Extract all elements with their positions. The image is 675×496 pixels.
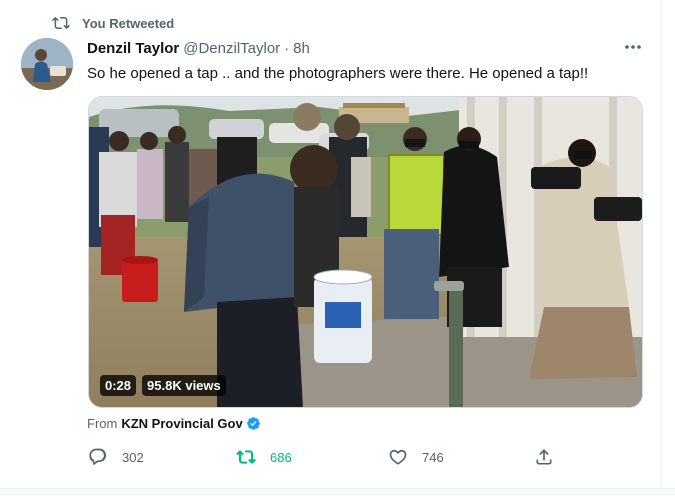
video-thumbnail xyxy=(89,97,642,407)
source-account-link[interactable]: KZN Provincial Gov xyxy=(121,416,242,431)
heart-icon xyxy=(389,449,407,465)
avatar[interactable] xyxy=(21,38,73,90)
reply-icon xyxy=(89,448,107,465)
reply-count: 302 xyxy=(122,449,144,465)
tweet-text: So he opened a tap .. and the photograph… xyxy=(87,65,589,82)
share-button[interactable] xyxy=(534,444,554,470)
author-handle[interactable]: @DenzilTaylor xyxy=(183,40,280,57)
video-duration: 0:28 xyxy=(100,375,137,396)
tweet-header: Denzil Taylor @DenzilTaylor · 8h xyxy=(87,38,310,58)
reply-button[interactable]: 302 xyxy=(88,444,144,470)
more-dots-icon xyxy=(625,45,641,49)
tweet-timestamp[interactable]: 8h xyxy=(293,40,310,57)
retweet-icon xyxy=(52,16,70,30)
from-label: From xyxy=(87,415,118,431)
retweet-count: 686 xyxy=(270,449,292,465)
feed-divider xyxy=(0,488,675,496)
more-options-button[interactable] xyxy=(620,36,646,58)
separator-dot: · xyxy=(284,39,290,57)
tweet-actions: 302 686 746 xyxy=(80,444,560,470)
video-view-count: 95.8K views xyxy=(142,375,226,396)
like-count: 746 xyxy=(422,449,444,465)
retweet-icon xyxy=(236,450,256,464)
retweet-button[interactable]: 686 xyxy=(236,444,292,470)
verified-badge-icon xyxy=(246,416,260,430)
tweet-card[interactable]: You Retweeted Denzil Taylor @DenzilTaylo… xyxy=(0,0,662,488)
media-source: From KZN Provincial Gov xyxy=(87,414,261,432)
video-player[interactable]: 0:28 95.8K views xyxy=(88,96,643,408)
share-icon xyxy=(536,449,552,465)
retweet-label: You Retweeted xyxy=(82,15,175,31)
author-display-name[interactable]: Denzil Taylor xyxy=(87,40,179,57)
like-button[interactable]: 746 xyxy=(388,444,444,470)
retweet-context: You Retweeted xyxy=(52,14,175,32)
video-badges: 0:28 95.8K views xyxy=(100,375,226,396)
